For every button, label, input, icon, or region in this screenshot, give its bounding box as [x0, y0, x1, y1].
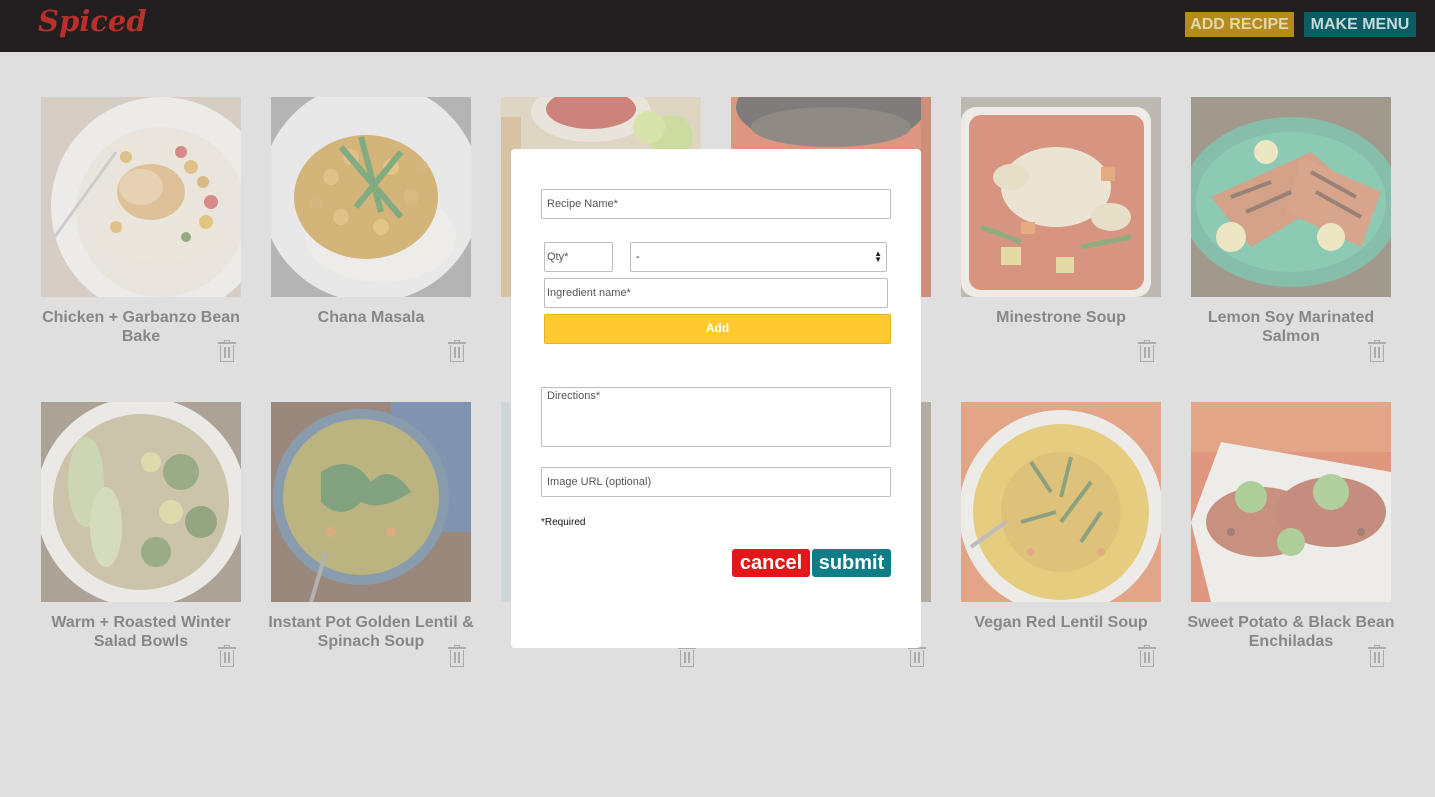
image-url-input[interactable]: Image URL (optional)	[541, 467, 891, 497]
add-ingredient-button[interactable]: Add	[544, 314, 891, 344]
directions-textarea[interactable]: Directions*	[541, 387, 891, 447]
recipe-name-input[interactable]: Recipe Name*	[541, 189, 891, 219]
top-nav-bar: Spiced ADD RECIPE MAKE MENU	[0, 0, 1435, 52]
ingredient-name-input[interactable]: Ingredient name*	[544, 278, 888, 308]
add-recipe-modal: Recipe Name* Qty* - ▲ ▼ Ingredient name* …	[511, 149, 921, 648]
spiced-logo[interactable]: Spiced	[38, 4, 147, 38]
unit-select[interactable]: - ▲ ▼	[630, 242, 887, 272]
required-note: *Required	[541, 517, 586, 528]
make-menu-button[interactable]: MAKE MENU	[1304, 12, 1416, 37]
add-recipe-button[interactable]: ADD RECIPE	[1185, 12, 1294, 37]
cancel-button[interactable]: cancel	[732, 549, 810, 577]
qty-input[interactable]: Qty*	[544, 242, 613, 272]
submit-button[interactable]: submit	[812, 549, 891, 577]
unit-select-value: -	[636, 251, 640, 263]
select-arrows-icon: ▲ ▼	[874, 249, 882, 264]
